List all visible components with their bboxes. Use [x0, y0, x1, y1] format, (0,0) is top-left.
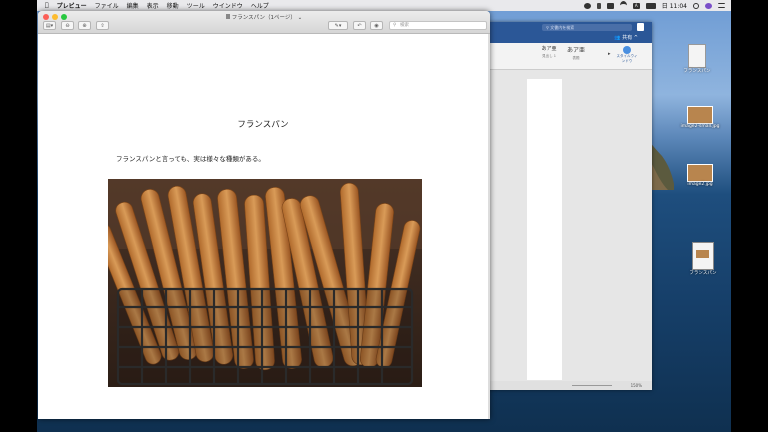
- document-heading: フランスパン: [237, 120, 289, 130]
- preview-window: フランスパン（1ページ） ⌄ ▤▾ ⊖ ⊕ ⇧ ✎▾ ↶ ◉ ⚲ 検索 フランス…: [38, 11, 490, 419]
- input-method-icon[interactable]: A: [632, 2, 640, 9]
- zoom-out-button[interactable]: ⊖: [61, 21, 74, 30]
- share-icon: ⇧: [100, 23, 105, 29]
- sidebar-icon: ▤▾: [45, 23, 54, 29]
- preview-document-icon: [692, 242, 714, 270]
- word-status-bar: 150%: [477, 381, 652, 390]
- rotate-button[interactable]: ↶: [353, 21, 366, 30]
- battery-icon[interactable]: [645, 2, 656, 9]
- preview-toolbar: フランスパン（1ページ） ⌄ ▤▾ ⊖ ⊕ ⇧ ✎▾ ↶ ◉ ⚲ 検索: [38, 11, 490, 34]
- menu-window[interactable]: ウインドウ: [213, 1, 243, 10]
- document-body-text: フランスパンと言っても、実は様々な種類がある。: [116, 155, 265, 163]
- style-title[interactable]: あア亜 表題: [564, 45, 588, 65]
- desktop-icon-image2-small[interactable]: image2-small.jpg: [680, 106, 720, 129]
- menu-bar:  プレビュー ファイル 編集 表示 移動 ツール ウインドウ ヘルプ A 日 …: [37, 0, 731, 11]
- window-title: フランスパン（1ページ） ⌄: [38, 13, 490, 21]
- menu-go[interactable]: 移動: [167, 1, 179, 10]
- desktop-icon-pdf[interactable]: フランスパン: [677, 44, 717, 74]
- zoom-out-icon: ⊖: [65, 23, 70, 29]
- ribbon-scroll-arrow-icon[interactable]: ▸: [608, 51, 611, 57]
- pdf-file-icon: [688, 44, 706, 68]
- apple-menu-icon[interactable]: : [45, 2, 49, 9]
- image-file-icon: [687, 164, 713, 182]
- zoom-in-icon: ⊕: [82, 23, 87, 29]
- airplay-icon[interactable]: [606, 2, 614, 9]
- word-app-icon: [637, 23, 644, 31]
- search-icon: ⚲: [546, 25, 549, 30]
- word-search-input[interactable]: ⚲ 文書内を検索: [542, 24, 632, 31]
- desktop:  プレビュー ファイル 編集 表示 移動 ツール ウインドウ ヘルプ A 日 …: [37, 0, 731, 432]
- markup-icon: ◉: [374, 23, 379, 29]
- desktop-icon-preview-doc[interactable]: フランスパン: [683, 242, 723, 276]
- baguette-photo: [108, 179, 422, 387]
- search-icon[interactable]: [693, 2, 699, 9]
- preview-search-input[interactable]: ⚲ 検索: [389, 21, 487, 30]
- zoom-level[interactable]: 150%: [631, 383, 642, 388]
- sidebar-toggle-button[interactable]: ▤▾: [43, 21, 56, 30]
- bluetooth-icon[interactable]: [596, 2, 601, 9]
- menu-view[interactable]: 表示: [147, 1, 159, 10]
- search-icon: ⚲: [393, 23, 397, 28]
- word-window: ⚲ 文書内を検索 👥 共有 ^ あア亜 見出し 1 あア亜 表題 ▸ スタイルウ…: [477, 22, 652, 390]
- preview-scrollbar[interactable]: [488, 34, 490, 419]
- pen-icon: ✎▾: [334, 23, 342, 29]
- document-page[interactable]: フランスパン フランスパンと言っても、実は様々な種類がある。: [38, 34, 488, 419]
- menu-app-name[interactable]: プレビュー: [57, 1, 87, 10]
- markup-pen-button[interactable]: ✎▾: [328, 21, 348, 30]
- word-ribbon: あア亜 見出し 1 あア亜 表題 ▸ スタイルウィンドウ: [477, 43, 652, 70]
- menu-help[interactable]: ヘルプ: [251, 1, 269, 10]
- menu-edit[interactable]: 編集: [127, 1, 139, 10]
- desktop-icon-image2[interactable]: image2.jpg: [680, 164, 720, 187]
- menu-file[interactable]: ファイル: [95, 1, 119, 10]
- record-icon[interactable]: [583, 2, 591, 9]
- zoom-in-button[interactable]: ⊕: [78, 21, 91, 30]
- siri-icon[interactable]: [705, 2, 712, 9]
- menu-tools[interactable]: ツール: [187, 1, 205, 10]
- status-area: A 日 11:04: [583, 0, 725, 11]
- style-heading1[interactable]: あア亜 見出し 1: [537, 45, 561, 65]
- styles-pane-icon: [623, 46, 631, 54]
- menu-icon[interactable]: [718, 3, 725, 8]
- zoom-slider[interactable]: [572, 385, 612, 386]
- word-title-bar: ⚲ 文書内を検索: [477, 22, 652, 33]
- share-button[interactable]: 👥 共有 ^: [614, 34, 638, 41]
- chevron-down-icon[interactable]: ⌄: [296, 15, 303, 21]
- image-file-icon: [687, 106, 713, 124]
- styles-pane-button[interactable]: スタイルウィンドウ: [615, 46, 639, 64]
- menu-clock[interactable]: 日 11:04: [662, 1, 687, 10]
- rotate-icon: ↶: [357, 23, 362, 29]
- word-share-bar: 👥 共有 ^: [477, 33, 652, 43]
- wifi-icon[interactable]: [619, 1, 627, 10]
- share-button[interactable]: ⇧: [96, 21, 109, 30]
- word-document-page[interactable]: [527, 79, 562, 380]
- markup-toolbar-button[interactable]: ◉: [370, 21, 383, 30]
- document-icon: [225, 14, 230, 19]
